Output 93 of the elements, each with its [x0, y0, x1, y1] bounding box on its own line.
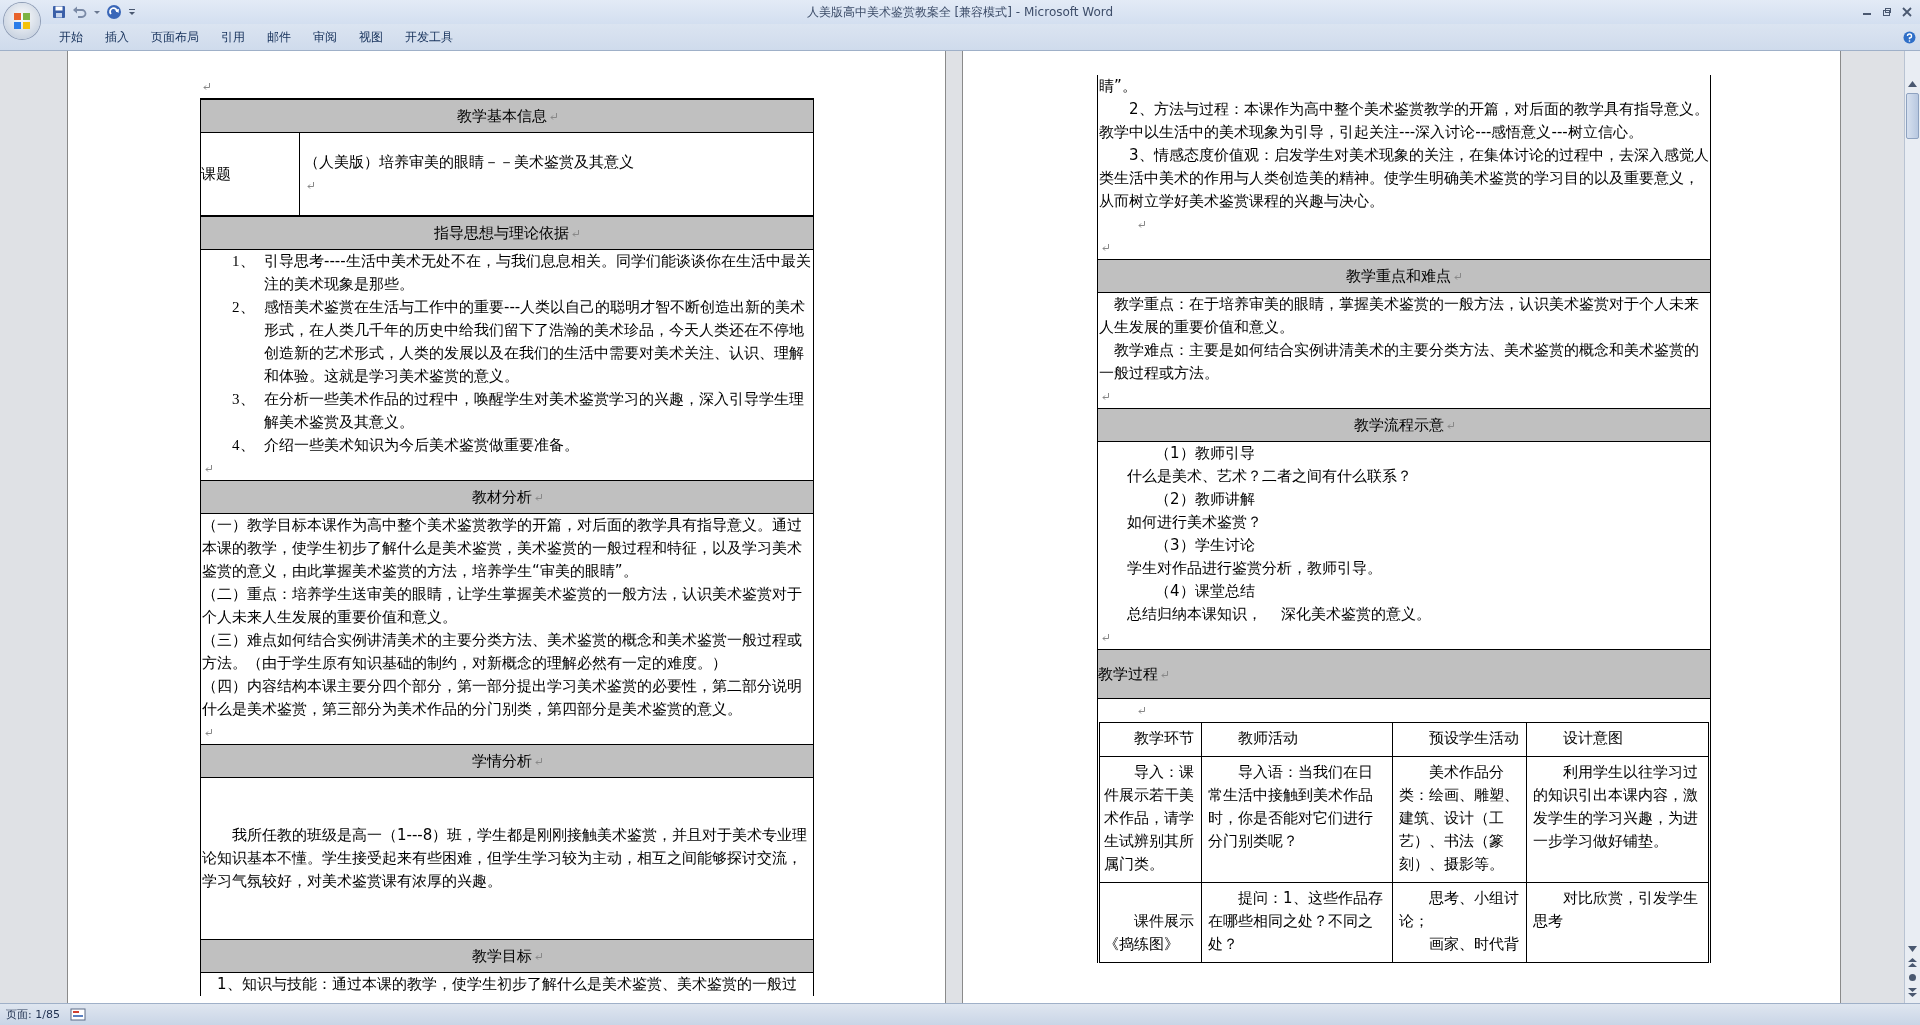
column-header: 预设学生活动	[1429, 729, 1519, 747]
paragraph-mark-icon	[1101, 633, 1110, 642]
previous-page-icon[interactable]	[1908, 958, 1917, 967]
paragraph-mark-icon	[1160, 670, 1169, 679]
ribbon-tab[interactable]: 插入	[94, 25, 140, 49]
list-number: 2、	[232, 298, 256, 317]
scroll-down-icon[interactable]	[1908, 946, 1917, 952]
label-text: 课题	[201, 163, 231, 185]
section-title: 指导思想与理论依据	[434, 224, 569, 242]
section-title: 教学基本信息	[456, 107, 547, 125]
paragraph-mark-icon	[1137, 706, 1146, 715]
ribbon-tab[interactable]: 视图	[348, 25, 394, 49]
paragraph-mark-icon	[533, 493, 543, 502]
paragraph-text: 1、知识与技能：通过本课的教学，使学生初步了解什么是美术鉴赏、美术鉴赏的一般过	[217, 975, 797, 993]
column-header: 教师活动	[1238, 729, 1298, 747]
paragraph-text: 我所任教的班级是高一（1---8）班，学生都是刚刚接触美术鉴赏，并且对于美术专业理论知识基本不懂。学生接受起来有些困难，但学生学习较为主动，相互之间能够探讨交流，学习气氛较好，对美术鉴赏课有浓厚的兴趣。	[202, 826, 808, 890]
office-button[interactable]	[4, 3, 40, 39]
paragraph-mark-icon	[1101, 392, 1110, 401]
paragraph-mark-icon	[1101, 243, 1110, 252]
paragraph-mark-icon	[1137, 220, 1146, 229]
document-check-icon[interactable]	[69, 1008, 86, 1021]
paragraph-text: （3）学生讨论	[1155, 536, 1255, 554]
ribbon-tab[interactable]: 开发工具	[394, 25, 464, 49]
paragraph-mark-icon	[204, 464, 213, 473]
table-cell: 提问：1、这些作品存在哪些相同之处？不同之处？	[1208, 889, 1383, 953]
paragraph-text: 睛”。	[1099, 77, 1137, 95]
table-cell: 对比欣赏，引发学生思考	[1533, 889, 1698, 930]
paragraph-text: 教学重点：在于培养审美的眼睛，掌握美术鉴赏的一般方法，认识美术鉴赏对于个人未来人生发展的重要价值和意义。	[1099, 295, 1699, 336]
close-icon[interactable]	[1902, 7, 1912, 17]
paragraph-mark-icon	[306, 181, 315, 190]
paragraph-text: 什么是美术、艺术？二者之间有什么联系？	[1127, 467, 1412, 485]
column-header: 教学环节	[1134, 729, 1194, 747]
section-title: 教学流程示意	[1353, 416, 1444, 434]
window-title: 人美版高中美术鉴赏教案全 [兼容模式] - Microsoft Word	[806, 3, 1114, 21]
undo-icon[interactable]	[72, 5, 88, 19]
paragraph-text: （人美版）培养审美的眼睛－－美术鉴赏及其意义	[304, 153, 634, 171]
paragraph-text: 3、情感态度价值观：启发学生对美术现象的关注，在集体讨论的过程中，去深入感觉人类生活中美术的作用与人类创造美的精神。使学生明确美术鉴赏的学习目的以及重要意义，从而树立学好美术鉴赏课程的兴趣与决心。	[1099, 146, 1709, 210]
paragraph-text: 引导思考----生活中美术无处不在，与我们息息相关。同学们能谈谈你在生活中最关注的美术现象是那些。	[264, 252, 811, 293]
paragraph-mark-icon	[204, 728, 213, 737]
ribbon-tab[interactable]: 邮件	[256, 25, 302, 49]
paragraph-text: （1）教师引导	[1155, 444, 1255, 462]
paragraph-text: 2、方法与过程：本课作为高中整个美术鉴赏教学的开篇，对后面的教学具有指导意义。教学中以生活中的美术现象为引导，引起关注---深入讨论---感悟意义---树立信心。	[1099, 100, 1709, 141]
paragraph-text: （三）难点如何结合实例讲清美术的主要分类方法、美术鉴赏的概念和美术鉴赏一般过程或方法。（由于学生原有知识基础的制约，对新概念的理解必然有一定的难度。）	[202, 631, 802, 672]
redo-icon[interactable]	[106, 4, 122, 20]
section-title: 教学重点和难点	[1346, 267, 1451, 285]
paragraph-mark-icon	[1453, 272, 1462, 281]
ribbon-tab[interactable]: 审阅	[302, 25, 348, 49]
office-logo	[12, 11, 32, 31]
section-title: 教学目标	[471, 947, 532, 965]
table-cell: 导入语：当我们在日常生活中接触到美术作品时，你是否能对它们进行分门别类呢？	[1208, 763, 1373, 850]
table-cell: 导入：课件展示若干美术作品，请学生试辨别其所属门类。	[1104, 763, 1194, 873]
section-title: 教材分析	[471, 488, 532, 506]
browse-object-icon[interactable]	[1908, 973, 1917, 982]
table-cell: 美术作品分类：绘画、雕塑、建筑、设计（工艺）、书法（篆刻）、摄影等。	[1399, 763, 1519, 873]
list-number: 3、	[232, 390, 256, 409]
paragraph-mark-icon	[1445, 421, 1455, 430]
paragraph-mark-icon	[571, 229, 580, 238]
paragraph-text: 在分析一些美术作品的过程中，唤醒学生对美术鉴赏学习的兴趣，深入引导学生理解美术鉴赏及其意义。	[264, 390, 804, 431]
paragraph-mark-icon	[548, 112, 558, 121]
list-number: 1、	[232, 252, 256, 271]
next-page-icon[interactable]	[1908, 988, 1917, 997]
paragraph-text: （四）内容结构本课主要分四个部分，第一部分提出学习美术鉴赏的必要性，第二部分说明什么是美术鉴赏，第三部分为美术作品的分门别类，第四部分是美术鉴赏的意义。	[202, 677, 802, 718]
table-cell: 画家、时代背	[1429, 935, 1519, 953]
paragraph-text: 如何进行美术鉴赏？	[1127, 513, 1262, 531]
column-header: 设计意图	[1563, 729, 1623, 747]
section-title: 教学过程	[1098, 665, 1158, 683]
paragraph-text: （2）教师讲解	[1155, 490, 1255, 508]
save-icon[interactable]	[52, 5, 66, 19]
list-number: 4、	[232, 436, 256, 455]
ribbon-tab[interactable]: 开始	[48, 25, 94, 49]
paragraph-text: 学生对作品进行鉴赏分析，教师引导。	[1127, 559, 1382, 577]
paragraph-text: （一）教学目标本课作为高中整个美术鉴赏教学的开篇，对后面的教学具有指导意义。通过本课的教学，使学生初步了解什么是美术鉴赏，美术鉴赏的一般过程和特征，以及学习美术鉴赏的意义，由此掌握美术鉴赏的方法，培养学生“审美的眼睛”。	[202, 516, 802, 580]
paragraph-text: （二）重点：培养学生送审美的眼睛，让学生掌握美术鉴赏的一般方法，认识美术鉴赏对于个人未来人生发展的重要价值和意义。	[202, 585, 802, 626]
restore-icon[interactable]	[1882, 7, 1892, 17]
table-cell: 课件展示《捣练图》	[1104, 912, 1194, 953]
paragraph-text: 介绍一些美术知识为今后美术鉴赏做重要准备。	[264, 436, 579, 454]
table-cell: 利用学生以往学习过的知识引出本课内容，激发学生的学习兴趣，为进一步学习做好铺垫。	[1533, 763, 1698, 850]
paragraph-text: 总结归纳本课知识， 深化美术鉴赏的意义。	[1127, 605, 1432, 623]
paragraph-text: 教学难点：主要是如何结合实例讲清美术的主要分类方法、美术鉴赏的概念和美术鉴赏的一般过程或方法。	[1099, 341, 1699, 382]
table-cell: 思考、小组讨论；	[1399, 889, 1519, 930]
paragraph-mark-icon	[202, 82, 211, 91]
paragraph-text: （4）课堂总结	[1155, 582, 1255, 600]
scrollbar-thumb[interactable]	[1906, 93, 1919, 139]
page-count[interactable]: 页面: 1/85	[6, 1007, 60, 1022]
paragraph-mark-icon	[533, 952, 543, 961]
ribbon-tab[interactable]: 页面布局	[140, 25, 210, 49]
paragraph-text: 感悟美术鉴赏在生活与工作中的重要---人类以自己的聪明才智不断创造出新的美术形式，在人类几千年的历史中给我们留下了浩瀚的美术珍品，今天人类还在不停地创造新的艺术形式，人类的发展以及在我们的生活中需要对美术关注、认识、理解和体验。这就是学习美术鉴赏的意义。	[264, 298, 806, 385]
ribbon-tab[interactable]: 引用	[210, 25, 256, 49]
paragraph-mark-icon	[533, 757, 543, 766]
scroll-up-icon[interactable]	[1908, 81, 1917, 87]
section-title: 学情分析	[471, 752, 532, 770]
help-icon[interactable]	[1903, 30, 1916, 44]
scrollbar[interactable]	[1904, 51, 1920, 1003]
